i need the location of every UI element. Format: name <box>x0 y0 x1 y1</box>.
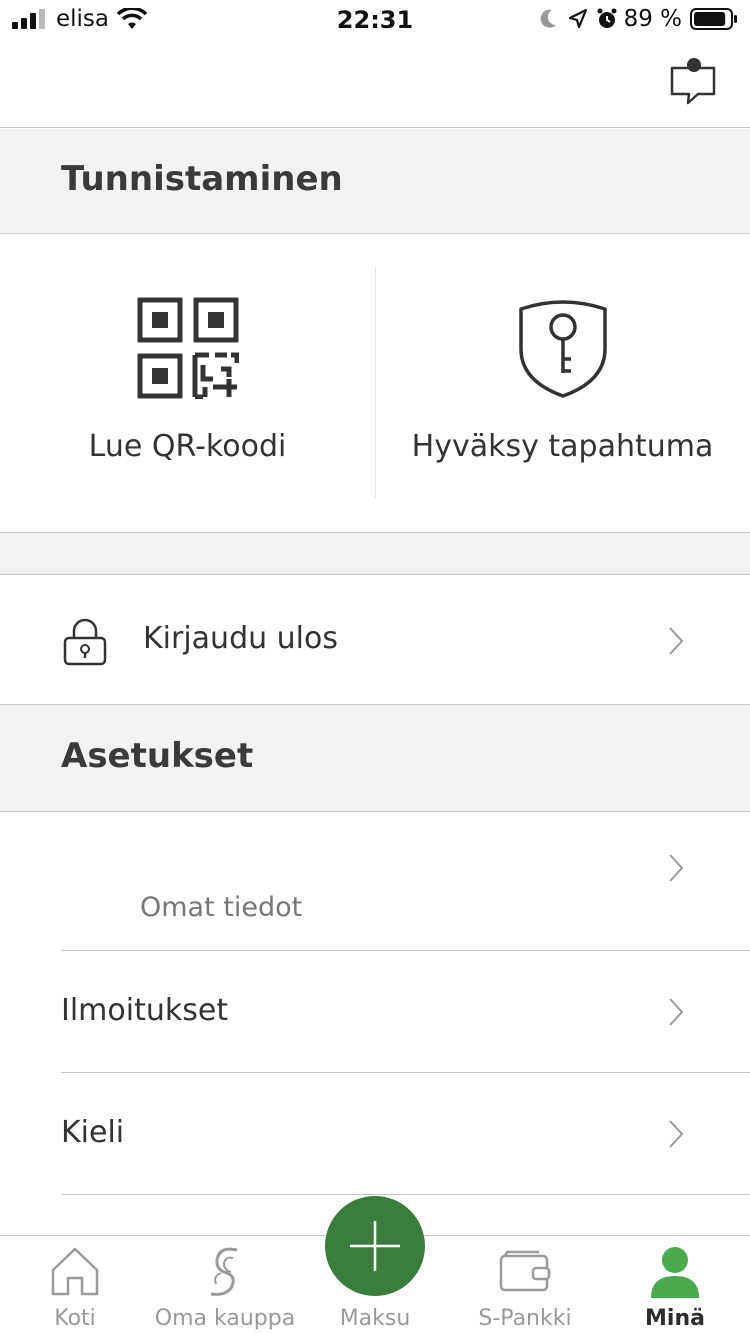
plus-icon <box>350 1221 400 1271</box>
tab-own-store-label: Oma kauppa <box>154 1306 296 1331</box>
status-bar: elisa 22:31 89 % <box>0 0 750 40</box>
status-right: 89 % <box>538 6 738 32</box>
identification-section-header: Tunnistaminen <box>0 129 750 234</box>
tab-bar: Koti Oma kauppa Maksu S-Pankki Minä <box>0 1196 750 1334</box>
identification-tiles: Lue QR-koodi Hyväksy tapahtuma <box>0 234 750 533</box>
settings-item-own-info[interactable]: Omat tiedot <box>0 812 750 950</box>
read-qr-label: Lue QR-koodi <box>88 429 287 464</box>
settings-item-notifications[interactable]: Ilmoitukset <box>0 951 750 1072</box>
tab-own-store[interactable]: Oma kauppa <box>150 1236 300 1334</box>
row-divider <box>61 1194 750 1195</box>
logout-row[interactable]: Kirjaudu ulos <box>0 576 750 705</box>
battery-icon <box>690 8 737 30</box>
settings-title: Asetukset <box>61 736 254 776</box>
settings-section-header: Asetukset <box>0 705 750 812</box>
own-info-label: Omat tiedot <box>140 892 303 923</box>
tab-home[interactable]: Koti <box>0 1236 150 1334</box>
battery-percent: 89 % <box>623 6 682 32</box>
padlock-icon <box>63 618 107 666</box>
logout-label: Kirjaudu ulos <box>143 621 338 656</box>
language-label: Kieli <box>61 1115 125 1150</box>
approve-transaction-label: Hyväksy tapahtuma <box>411 429 714 464</box>
chevron-right-icon <box>669 627 684 655</box>
tab-me[interactable]: Minä <box>600 1236 750 1334</box>
shield-key-icon <box>518 300 607 398</box>
chat-bubble-icon <box>670 58 716 105</box>
tab-payment-label: Maksu <box>339 1306 411 1331</box>
tab-s-bank[interactable]: S-Pankki <box>450 1236 600 1334</box>
payment-fab-button[interactable] <box>325 1196 425 1296</box>
moon-icon <box>540 9 556 28</box>
tab-s-bank-label: S-Pankki <box>478 1306 572 1331</box>
person-icon <box>651 1247 699 1298</box>
chevron-right-icon <box>669 998 684 1026</box>
messages-button[interactable] <box>668 58 718 108</box>
location-arrow-icon <box>568 8 587 29</box>
alarm-icon <box>597 8 617 28</box>
tab-home-label: Koti <box>54 1306 96 1331</box>
read-qr-tile[interactable]: Lue QR-koodi <box>0 234 375 533</box>
approve-transaction-tile[interactable]: Hyväksy tapahtuma <box>375 234 750 533</box>
wallet-icon <box>499 1250 551 1292</box>
s-logo-icon <box>210 1247 238 1296</box>
app-header <box>0 40 750 128</box>
home-icon <box>51 1247 99 1296</box>
chevron-right-icon <box>669 854 684 882</box>
identification-title: Tunnistaminen <box>61 159 343 199</box>
settings-item-language[interactable]: Kieli <box>0 1073 750 1194</box>
chevron-right-icon <box>669 1120 684 1148</box>
section-gap <box>0 533 750 575</box>
qr-code-icon <box>137 297 239 399</box>
tab-me-label: Minä <box>645 1306 705 1331</box>
notifications-label: Ilmoitukset <box>61 993 229 1028</box>
